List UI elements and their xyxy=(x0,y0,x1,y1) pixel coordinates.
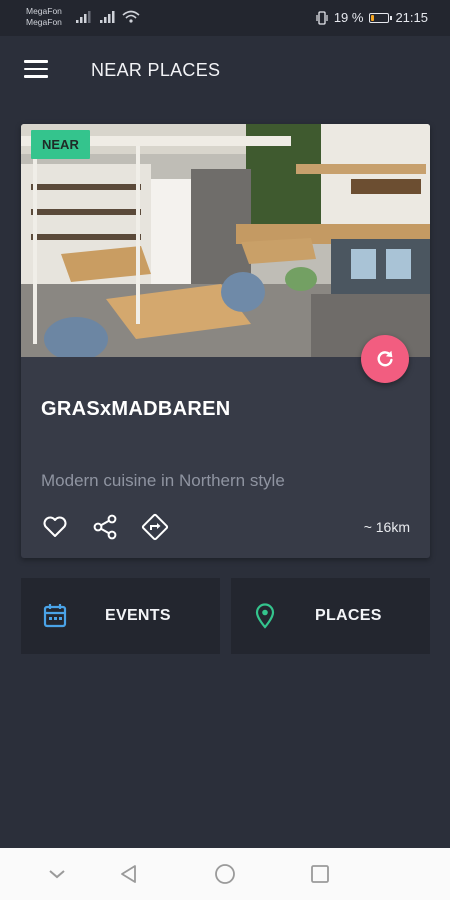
clock: 21:15 xyxy=(395,10,428,25)
events-label: EVENTS xyxy=(105,607,171,624)
favorite-button[interactable] xyxy=(41,513,69,541)
calendar-icon xyxy=(43,604,67,628)
heart-icon xyxy=(43,516,67,537)
place-card[interactable]: NEAR GRASxMADBAREN Modern cuisine in Nor… xyxy=(21,124,430,558)
card-actions xyxy=(41,513,169,541)
carrier-info: MegaFon MegaFon xyxy=(26,6,62,28)
distance-label: ~ 16km xyxy=(363,519,410,535)
status-bar: MegaFon MegaFon 19 % 21:15 xyxy=(0,0,450,36)
place-description: Modern cuisine in Northern style xyxy=(41,471,285,490)
refresh-button[interactable] xyxy=(361,335,409,383)
system-nav-bar xyxy=(0,848,450,900)
signal-icon xyxy=(76,11,91,23)
app-bar: NEAR PLACES xyxy=(0,36,450,104)
refresh-icon xyxy=(377,350,393,367)
share-icon xyxy=(93,514,117,540)
directions-button[interactable] xyxy=(141,513,169,541)
battery-percent: 19 % xyxy=(333,10,364,25)
signal-icon-2 xyxy=(100,11,115,23)
events-button[interactable]: EVENTS xyxy=(21,578,220,654)
home-button[interactable] xyxy=(213,862,237,886)
directions-icon xyxy=(141,513,169,541)
places-label: PLACES xyxy=(315,607,382,624)
chevron-down-icon xyxy=(49,870,65,879)
share-button[interactable] xyxy=(91,513,119,541)
wifi-icon xyxy=(122,10,140,23)
near-badge: NEAR xyxy=(31,130,90,159)
hamburger-icon[interactable] xyxy=(24,60,48,78)
vibrate-icon xyxy=(316,10,328,25)
carrier-2: MegaFon xyxy=(26,17,62,27)
places-button[interactable]: PLACES xyxy=(231,578,430,654)
location-pin-icon xyxy=(255,603,275,629)
hide-nav-button[interactable] xyxy=(45,862,69,886)
battery-icon xyxy=(369,12,393,23)
back-button[interactable] xyxy=(117,862,141,886)
battery-level xyxy=(371,14,375,21)
place-name[interactable]: GRASxMADBAREN xyxy=(41,398,230,421)
carrier-1: MegaFon xyxy=(26,6,62,16)
page-title: NEAR PLACES xyxy=(91,60,221,80)
back-icon xyxy=(121,865,136,883)
home-icon xyxy=(215,864,235,884)
recents-button[interactable] xyxy=(308,862,332,886)
recents-icon xyxy=(311,865,329,883)
